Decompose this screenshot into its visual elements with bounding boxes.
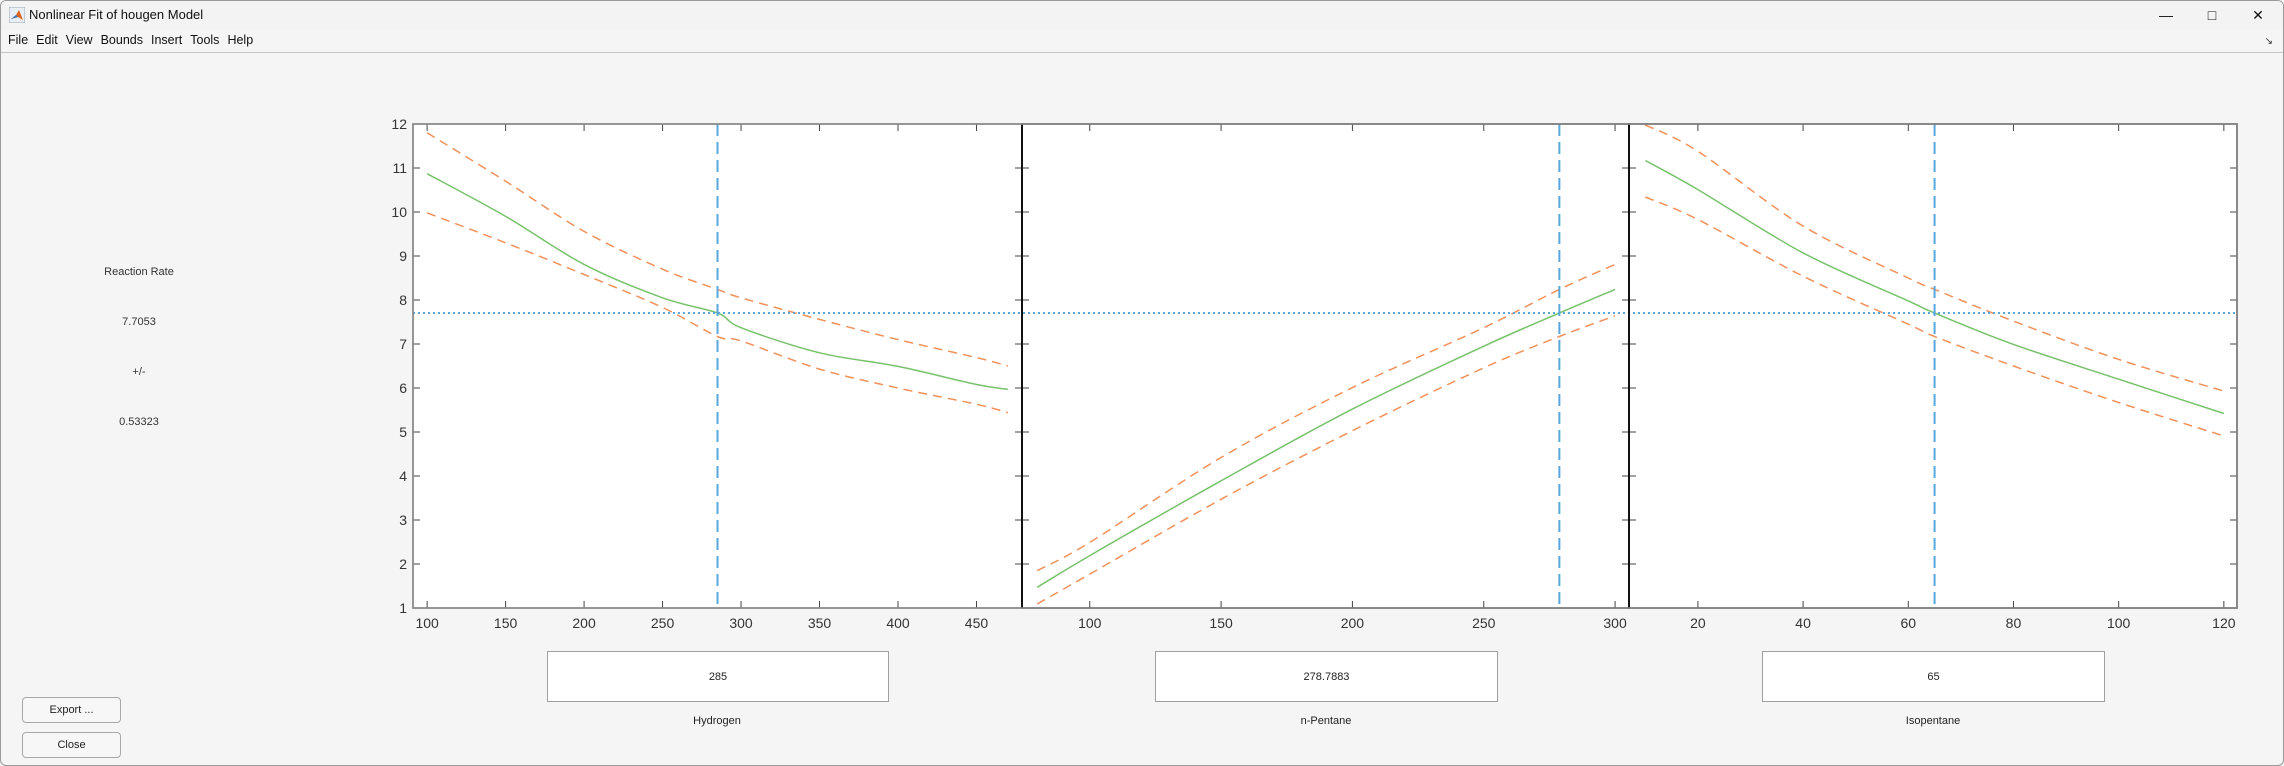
x-tick-label: 100	[1078, 615, 1102, 631]
x-tick-label: 200	[572, 615, 596, 631]
x-tick-label: 100	[2107, 615, 2131, 631]
x-tick-label: 300	[1603, 615, 1627, 631]
y-tick-label: 12	[391, 116, 407, 132]
x-tick-label: 40	[1795, 615, 1811, 631]
x-tick-label: 300	[729, 615, 753, 631]
prediction-plots: 100 150 200 250 300 350 400 450 100 150 200 250 300 2…	[391, 116, 2238, 631]
x-tick-label: 250	[651, 615, 675, 631]
x-tick-label: 80	[2006, 615, 2022, 631]
y-tick-label: 6	[399, 380, 407, 396]
x-tick-label: 120	[2212, 615, 2236, 631]
x-tick-label: 450	[965, 615, 989, 631]
x-tick-label: 60	[1900, 615, 1916, 631]
nlintool-window: Nonlinear Fit of hougen Model — □ ✕ File…	[0, 0, 2284, 766]
y-tick-label: 11	[392, 160, 407, 176]
y-tick-label: 8	[399, 292, 407, 308]
y-tick-label: 2	[399, 556, 407, 572]
y-tick-label: 1	[399, 600, 407, 616]
y-tick-label: 9	[399, 248, 407, 264]
plot-area-1	[1022, 124, 1629, 608]
x-tick-label: 100	[415, 615, 439, 631]
x-tick-label: 350	[808, 615, 832, 631]
x-tick-label: 150	[494, 615, 518, 631]
x-tick-label: 200	[1341, 615, 1365, 631]
y-tick-label: 10	[391, 204, 407, 220]
y-tick-label: 7	[399, 336, 407, 352]
x-tick-label: 150	[1209, 615, 1233, 631]
x-tick-label: 400	[886, 615, 910, 631]
x-tick-label: 250	[1472, 615, 1496, 631]
plot-area-2	[1629, 124, 2237, 608]
y-tick-label: 3	[399, 512, 407, 528]
y-tick-label: 5	[399, 424, 407, 440]
x-tick-label: 20	[1690, 615, 1706, 631]
y-tick-label: 4	[399, 468, 407, 484]
